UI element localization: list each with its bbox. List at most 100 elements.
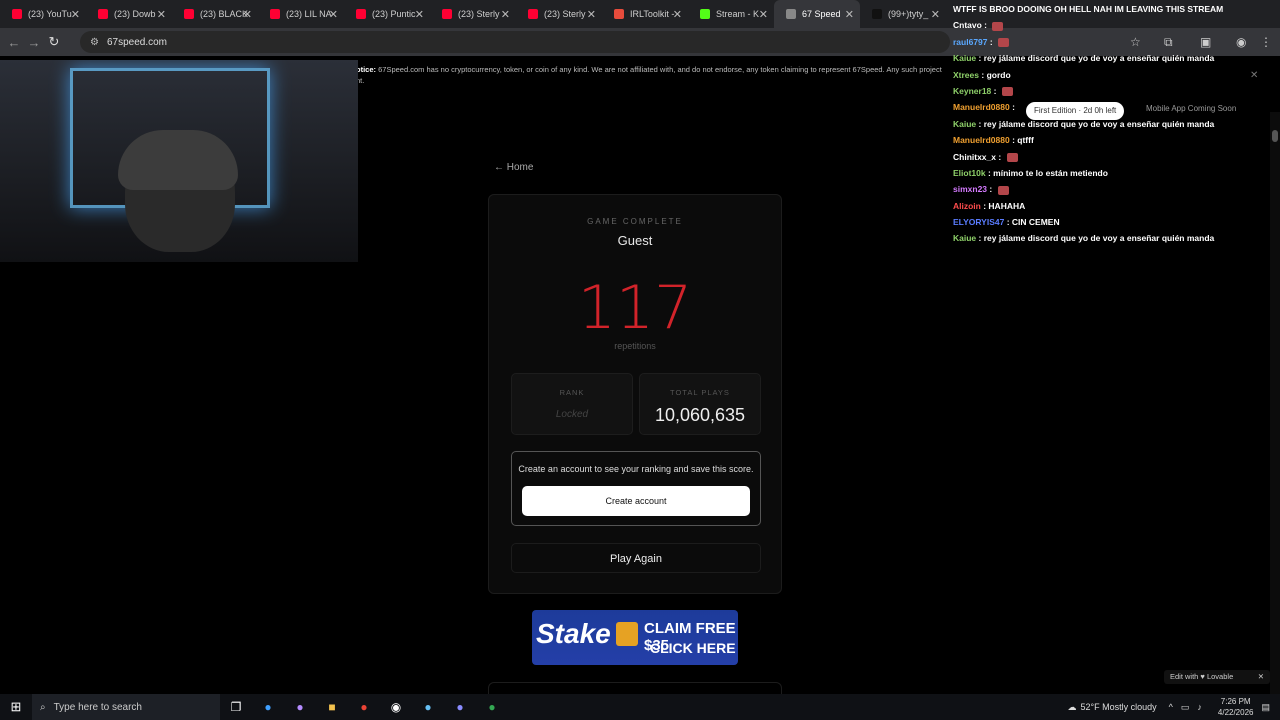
url-field[interactable]: ⚙ 67speed.com (80, 31, 950, 53)
browser-tab[interactable]: (23) Sterly ✕ (430, 0, 516, 28)
reload-icon[interactable]: ↻ (44, 34, 64, 50)
tab-close-icon[interactable]: ✕ (931, 8, 940, 21)
volume-icon[interactable]: ♪ (1197, 702, 1202, 712)
network-icon[interactable]: ▭ (1181, 702, 1190, 713)
tab-label: 67 Speed (802, 9, 841, 19)
play-again-button[interactable]: Play Again (511, 543, 761, 573)
chat-separator: : (976, 233, 984, 244)
site-info-icon[interactable]: ⚙ (90, 37, 99, 48)
lovable-badge[interactable]: Edit with ♥ Lovable ✕ (1164, 670, 1270, 684)
create-account-button[interactable]: Create account (522, 486, 750, 516)
tab-close-icon[interactable]: ✕ (759, 8, 768, 21)
file-explorer-icon[interactable]: ■ (316, 700, 348, 714)
tray-chevron-icon[interactable]: ^ (1169, 702, 1173, 712)
plays-value: 10,060,635 (654, 405, 746, 425)
chat-separator: : (976, 118, 984, 129)
chat-username[interactable]: Manuelrd0880 (953, 135, 1010, 145)
chat-username[interactable]: ELYORYIS47 (953, 217, 1004, 227)
discord-icon[interactable]: ● (444, 700, 476, 714)
browser-tab[interactable]: (23) LIL NA ✕ (258, 0, 344, 28)
tab-favicon-icon (356, 9, 366, 19)
system-tray: ☁ 52°F Mostly cloudy ^ ▭ ♪ 7:26 PM 4/22/… (1068, 694, 1280, 720)
browser-tab[interactable]: (23) Puntic ✕ (344, 0, 430, 28)
clock-date: 4/22/2026 (1217, 708, 1254, 717)
chat-username[interactable]: Eliot10k (953, 168, 986, 178)
chat-separator: : (987, 184, 995, 195)
chat-text: mínimo te lo están metiendo (993, 167, 1108, 178)
chat-username[interactable]: Xtrees (953, 70, 979, 80)
browser-tab[interactable]: 67 Speed ✕ (774, 0, 860, 28)
tab-label: (23) LIL NA (286, 9, 332, 19)
chat-emote-icon (992, 21, 1004, 31)
chat-username[interactable]: Chinitxx_x (953, 152, 996, 162)
chat-username[interactable]: Kaiue (953, 233, 976, 243)
back-icon[interactable]: ← (4, 35, 24, 50)
tab-close-icon[interactable]: ✕ (329, 8, 338, 21)
copilot-icon[interactable]: ● (284, 700, 316, 714)
rank-value: Locked (555, 409, 589, 420)
chat-username[interactable]: Kaiue (953, 53, 976, 63)
score-unit: repetitions (614, 341, 656, 351)
tab-close-icon[interactable]: ✕ (587, 8, 596, 21)
search-icon: ⌕ (40, 701, 46, 713)
ad-line2: CLICK HERE (650, 640, 736, 656)
chat-separator: : (1009, 102, 1015, 113)
tab-favicon-icon (872, 9, 882, 19)
chat-emote-icon (998, 38, 1010, 48)
chat-message: Kaiue : rey jálame discord que yo de voy… (953, 233, 1273, 249)
tab-favicon-icon (12, 9, 22, 19)
webcam-overlay (0, 60, 358, 262)
chat-username[interactable]: Kaiue (953, 119, 976, 129)
browser-tab[interactable]: (23) Sterly ✕ (516, 0, 602, 28)
url-text: 67speed.com (106, 36, 168, 48)
search-placeholder: Type here to search (53, 701, 142, 713)
browser-tab[interactable]: IRLToolkit - ✕ (602, 0, 688, 28)
chat-username[interactable]: raul6797 (953, 37, 988, 47)
rank-stat: RANK Locked (511, 373, 633, 435)
tab-close-icon[interactable]: ✕ (501, 8, 510, 21)
browser-tab[interactable]: (23) BLACK ✕ (172, 0, 258, 28)
score-value: 117 (577, 273, 693, 343)
browser-tab[interactable]: Stream - K ✕ (688, 0, 774, 28)
chat-emote-icon (997, 185, 1009, 195)
edge-icon[interactable]: ● (252, 700, 284, 714)
chrome-active-icon[interactable]: ● (476, 700, 508, 714)
stake-ad-banner[interactable]: Stake CLAIM FREE $35 CLICK HERE (532, 610, 738, 665)
notifications-icon[interactable]: ▤ (1261, 702, 1270, 713)
tab-close-icon[interactable]: ✕ (157, 8, 166, 21)
clock[interactable]: 7:26 PM 4/22/2026 (1218, 696, 1254, 718)
tab-label: (23) Sterly (544, 9, 586, 19)
browser-tab[interactable]: (23) YouTu ✕ (0, 0, 86, 28)
chat-username[interactable]: simxn23 (953, 184, 987, 194)
player-name: Guest (617, 233, 653, 248)
browser-tab[interactable]: (99+)tyty_ ✕ (860, 0, 946, 28)
task-view-icon[interactable]: ❐ (220, 700, 252, 714)
forward-icon[interactable]: → (24, 35, 44, 50)
steam-icon[interactable]: ● (412, 700, 444, 714)
obs-icon[interactable]: ◉ (380, 700, 412, 714)
tab-favicon-icon (614, 9, 624, 19)
taskbar-search[interactable]: ⌕ Type here to search (32, 694, 220, 720)
tab-close-icon[interactable]: ✕ (673, 8, 682, 21)
chat-username[interactable]: Cntavo (953, 20, 982, 30)
chrome-icon[interactable]: ● (348, 700, 380, 714)
chat-message: Keyner18 : (953, 86, 1273, 102)
tab-label: (23) Dowb (114, 9, 156, 19)
chat-username[interactable]: Alizoin (953, 201, 981, 211)
weather-text[interactable]: 52°F Mostly cloudy (1081, 702, 1157, 712)
tab-close-icon[interactable]: ✕ (845, 8, 854, 21)
tab-label: (99+)tyty_ (888, 9, 929, 19)
windows-start-icon[interactable]: ⊞ (0, 699, 32, 715)
chat-username[interactable]: Manuelrd0880 (953, 102, 1010, 112)
tab-favicon-icon (700, 9, 710, 19)
chat-message: WTFF IS BROO DOOING OH HELL NAH IM LEAVI… (953, 4, 1273, 20)
plays-label: TOTAL PLAYS (670, 388, 730, 397)
browser-tab[interactable]: (23) Dowb ✕ (86, 0, 172, 28)
tab-close-icon[interactable]: ✕ (243, 8, 252, 21)
tab-close-icon[interactable]: ✕ (415, 8, 424, 21)
result-card: GAME COMPLETE Guest 117 repetitions RANK… (488, 194, 782, 594)
tab-close-icon[interactable]: ✕ (71, 8, 80, 21)
home-link[interactable]: ← Home (494, 162, 533, 173)
badge-close-icon[interactable]: ✕ (1258, 670, 1264, 684)
chat-username[interactable]: Keyner18 (953, 86, 991, 96)
